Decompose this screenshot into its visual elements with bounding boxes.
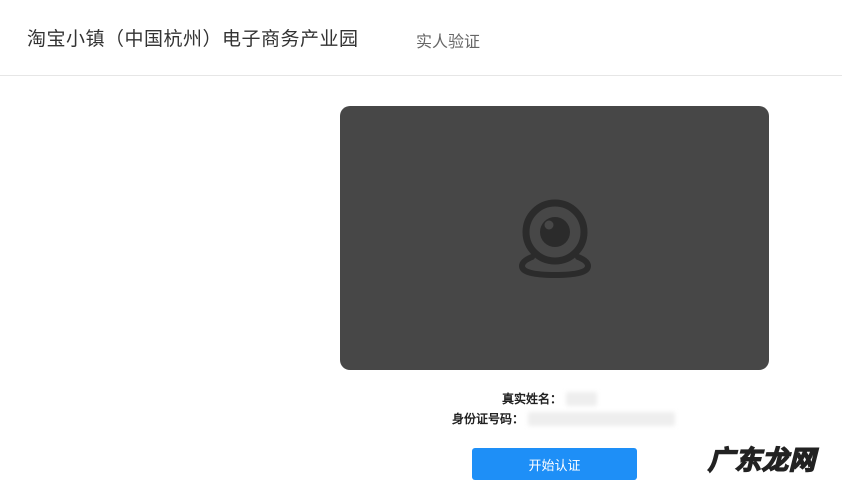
- header-bar: 淘宝小镇（中国杭州）电子商务产业园 实人验证: [0, 0, 842, 76]
- real-name-value: ●●●: [566, 392, 598, 406]
- page-subtitle: 实人验证: [416, 32, 481, 51]
- site-title: 淘宝小镇（中国杭州）电子商务产业园: [27, 28, 359, 50]
- start-verification-button[interactable]: 开始认证: [472, 448, 637, 480]
- watermark-logo: 广东龙网: [707, 445, 817, 477]
- id-number-value: ●●●●●●●●●●●●●●: [528, 412, 675, 426]
- webcam-icon: [518, 199, 592, 279]
- id-number-row: 身份证号码：●●●●●●●●●●●●●●: [452, 410, 675, 427]
- verification-page: 淘宝小镇（中国杭州）电子商务产业园 实人验证 真实姓名：●●● 身份证号码：●●…: [0, 0, 842, 486]
- id-number-label: 身份证号码：: [452, 412, 525, 426]
- camera-preview[interactable]: [340, 106, 769, 370]
- real-name-row: 真实姓名：●●●: [502, 390, 598, 407]
- real-name-label: 真实姓名：: [502, 392, 563, 406]
